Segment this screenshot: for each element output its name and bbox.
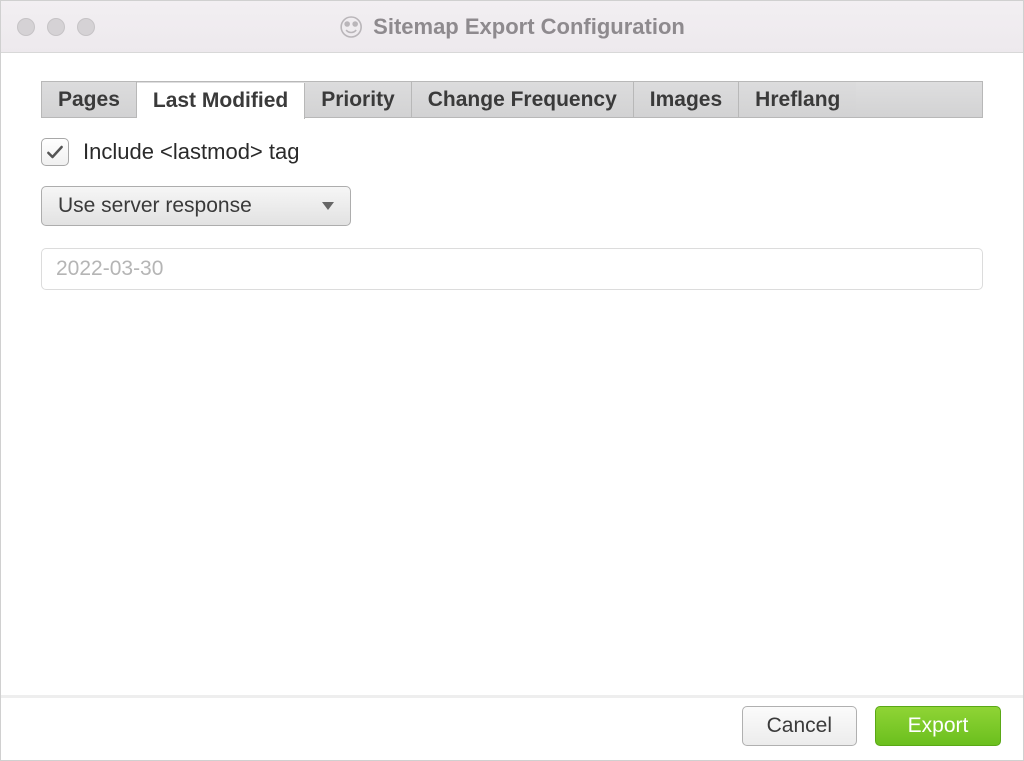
dropdown-selected-value: Use server response [58, 194, 252, 218]
close-window-button[interactable] [17, 18, 35, 36]
include-lastmod-row: Include <lastmod> tag [41, 138, 983, 166]
content-spacer [41, 409, 983, 680]
date-input-value: 2022-03-30 [56, 257, 163, 281]
export-button[interactable]: Export [875, 706, 1001, 746]
lastmod-source-dropdown[interactable]: Use server response [41, 186, 351, 226]
dialog-footer: Cancel Export [1, 695, 1023, 760]
app-frog-icon [339, 15, 363, 39]
traffic-lights [17, 18, 95, 36]
tab-change-frequency[interactable]: Change Frequency [412, 82, 634, 118]
tabs-row: Pages Last Modified Priority Change Freq… [41, 81, 983, 118]
zoom-window-button[interactable] [77, 18, 95, 36]
window-title: Sitemap Export Configuration [373, 14, 685, 40]
titlebar: Sitemap Export Configuration [1, 1, 1023, 53]
tab-priority[interactable]: Priority [305, 82, 412, 118]
cancel-button[interactable]: Cancel [742, 706, 857, 746]
tab-content-last-modified: Include <lastmod> tag Use server respons… [41, 117, 983, 409]
tab-last-modified[interactable]: Last Modified [137, 83, 305, 119]
chevron-down-icon [322, 202, 334, 210]
include-lastmod-checkbox[interactable] [41, 138, 69, 166]
minimize-window-button[interactable] [47, 18, 65, 36]
include-lastmod-label: Include <lastmod> tag [83, 139, 299, 165]
content-area: Pages Last Modified Priority Change Freq… [1, 53, 1023, 695]
lastmod-date-input[interactable]: 2022-03-30 [41, 248, 983, 290]
checkmark-icon [45, 142, 65, 162]
tab-images[interactable]: Images [634, 82, 739, 118]
tab-pages[interactable]: Pages [42, 82, 137, 118]
window-title-group: Sitemap Export Configuration [339, 14, 685, 40]
dialog-window: Sitemap Export Configuration Pages Last … [0, 0, 1024, 761]
tab-hreflang[interactable]: Hreflang [739, 82, 856, 118]
